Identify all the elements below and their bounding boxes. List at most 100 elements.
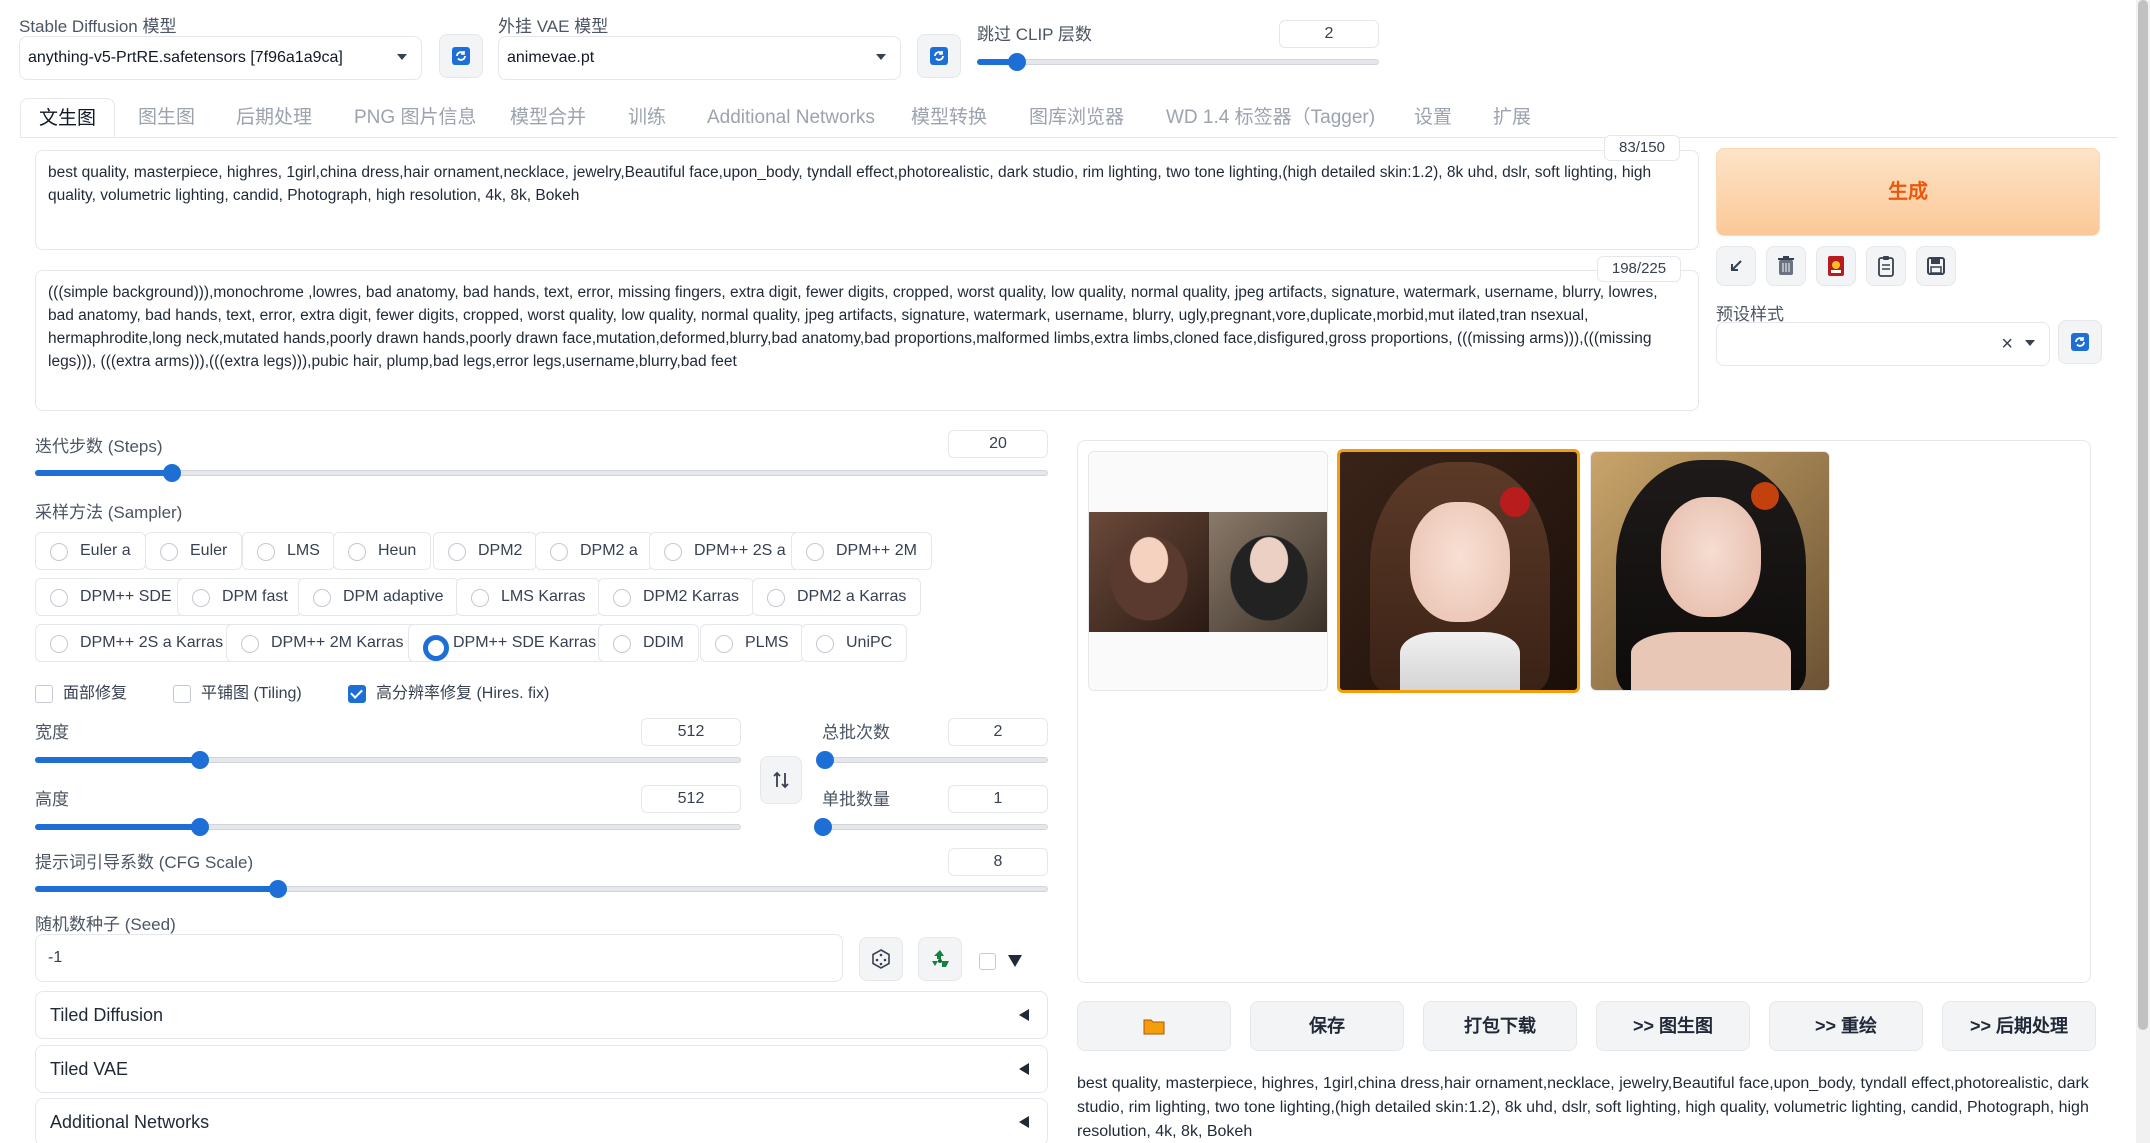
accordion-title: Tiled Diffusion (50, 1005, 164, 1025)
sampler-option[interactable]: DPM2 Karras (598, 578, 755, 616)
zip-download-button[interactable]: 打包下载 (1423, 1001, 1577, 1051)
width-slider[interactable] (35, 750, 741, 770)
page-scrollbar[interactable] (2136, 0, 2150, 1143)
sd-model-select[interactable]: anything-v5-PrtRE.safetensors [7f96a1a9c… (19, 36, 422, 80)
send-to-img2img-button[interactable]: >> 图生图 (1596, 1001, 1750, 1051)
sampler-option[interactable]: Heun (333, 532, 432, 570)
tab-png-info[interactable]: PNG 图片信息 (354, 100, 476, 136)
scrollbar-thumb[interactable] (2138, 0, 2148, 1030)
batch-count-input[interactable]: 2 (948, 718, 1048, 746)
tab-extensions[interactable]: 扩展 (1493, 100, 1531, 136)
tab-txt2img[interactable]: 文生图 (20, 98, 116, 138)
sampler-option[interactable]: Euler (145, 532, 243, 570)
open-folder-button[interactable] (1077, 1001, 1231, 1051)
sampler-option[interactable]: LMS (242, 532, 335, 570)
accordion-tiled-vae[interactable]: Tiled VAE (35, 1045, 1048, 1093)
send-to-inpaint-button[interactable]: >> 重绘 (1769, 1001, 1923, 1051)
accordion-title: Additional Networks (50, 1112, 210, 1132)
sampler-option[interactable]: DPM fast (177, 578, 303, 616)
height-input[interactable]: 512 (641, 785, 741, 813)
sampler-option[interactable]: DPM2 a Karras (752, 578, 922, 616)
steps-input[interactable]: 20 (948, 430, 1048, 458)
width-input[interactable]: 512 (641, 718, 741, 746)
gallery-image[interactable] (1590, 451, 1830, 691)
negative-prompt-token-counter: 198/225 (1597, 256, 1681, 282)
batch-size-slider[interactable] (814, 817, 1048, 837)
refresh-models-button[interactable] (439, 34, 483, 78)
negative-prompt-input[interactable]: (((simple background))),monochrome ,lowr… (35, 270, 1699, 411)
output-caption: best quality, masterpiece, highres, 1gir… (1077, 1075, 2089, 1140)
sampler-option[interactable]: DPM++ 2M (791, 532, 932, 570)
tab-additional-networks[interactable]: Additional Networks (707, 100, 875, 136)
gallery-thumbnail-grid[interactable] (1088, 451, 1328, 691)
sampler-option[interactable]: DPM adaptive (298, 578, 459, 616)
styles-select[interactable]: × (1716, 322, 2050, 366)
gallery-image-selected[interactable] (1337, 449, 1580, 693)
tab-train[interactable]: 训练 (628, 100, 666, 136)
sampler-option[interactable]: Euler a (35, 532, 146, 570)
sampler-label: 采样方法 (Sampler) (35, 503, 183, 522)
tab-divider (20, 137, 2118, 138)
sampler-option[interactable]: DPM++ 2M Karras (226, 624, 419, 662)
caret-left-icon (1019, 1063, 1029, 1075)
tab-settings[interactable]: 设置 (1414, 100, 1452, 136)
extra-seed-toggle-icon[interactable] (1008, 955, 1022, 967)
batch-size-input[interactable]: 1 (948, 785, 1048, 813)
extra-networks-button[interactable] (1816, 246, 1856, 286)
tab-image-browser[interactable]: 图库浏览器 (1029, 100, 1124, 136)
sampler-option[interactable]: DPM++ SDE (35, 578, 187, 616)
tab-extras[interactable]: 后期处理 (236, 100, 312, 136)
restore-faces-checkbox[interactable]: 面部修复 (35, 684, 127, 704)
batch-count-slider[interactable] (816, 750, 1048, 770)
send-to-extras-button[interactable]: >> 后期处理 (1942, 1001, 2096, 1051)
swap-dimensions-button[interactable] (760, 756, 802, 804)
portrait-face (1410, 502, 1510, 622)
extra-seed-checkbox[interactable] (979, 953, 996, 970)
caret-left-icon (1019, 1009, 1029, 1021)
tab-model-converter[interactable]: 模型转换 (911, 100, 987, 136)
steps-slider[interactable] (35, 463, 1048, 483)
sampler-option-selected[interactable]: DPM++ SDE Karras (408, 624, 612, 662)
refresh-styles-button[interactable] (2058, 320, 2102, 364)
cfg-scale-input[interactable]: 8 (948, 848, 1048, 876)
trash-icon (1778, 256, 1794, 275)
tab-tagger[interactable]: WD 1.4 标签器（Tagger) (1166, 100, 1375, 136)
sd-model-label: Stable Diffusion 模型 (19, 17, 177, 36)
portrait-shoulders (1631, 632, 1791, 690)
tiling-checkbox[interactable]: 平铺图 (Tiling) (173, 684, 302, 704)
refresh-vae-button[interactable] (917, 34, 961, 78)
prompt-input[interactable]: best quality, masterpiece, highres, 1gir… (35, 150, 1699, 250)
apply-style-button[interactable] (1866, 246, 1906, 286)
tab-checkpoint-merger[interactable]: 模型合并 (510, 100, 586, 136)
sampler-option[interactable]: LMS Karras (456, 578, 601, 616)
sampler-option[interactable]: PLMS (700, 624, 804, 662)
clip-skip-slider[interactable] (977, 52, 1379, 72)
seed-label: 随机数种子 (Seed) (35, 915, 176, 934)
clear-prompt-button[interactable] (1766, 246, 1806, 286)
hires-fix-checkbox[interactable]: 高分辨率修复 (Hires. fix) (348, 684, 549, 704)
clip-skip-input[interactable]: 2 (1279, 20, 1379, 48)
tab-img2img[interactable]: 图生图 (138, 100, 195, 136)
clear-styles-icon[interactable]: × (2001, 323, 2013, 365)
read-params-button[interactable] (1716, 246, 1756, 286)
accordion-tiled-diffusion[interactable]: Tiled Diffusion (35, 991, 1048, 1039)
height-slider[interactable] (35, 817, 741, 837)
random-seed-button[interactable] (859, 937, 903, 981)
sampler-option[interactable]: DPM++ 2S a (649, 532, 801, 570)
cfg-scale-slider[interactable] (35, 879, 1048, 899)
sampler-option[interactable]: DPM++ 2S a Karras (35, 624, 239, 662)
sampler-option[interactable]: DPM2 a (535, 532, 653, 570)
sampler-option[interactable]: DDIM (598, 624, 699, 662)
seed-input[interactable]: -1 (35, 934, 843, 982)
save-button[interactable]: 保存 (1250, 1001, 1404, 1051)
save-style-button[interactable] (1916, 246, 1956, 286)
hair-flower (1500, 487, 1530, 517)
arrow-down-left-icon (1731, 260, 1742, 271)
generate-button[interactable]: 生成 (1716, 148, 2100, 236)
sampler-option[interactable]: UniPC (801, 624, 908, 662)
vae-select[interactable]: animevae.pt (498, 36, 901, 80)
accordion-additional-networks[interactable]: Additional Networks (35, 1098, 1048, 1143)
reuse-seed-button[interactable] (918, 937, 962, 981)
chevron-down-icon (876, 54, 886, 60)
sampler-option[interactable]: DPM2 (433, 532, 538, 570)
